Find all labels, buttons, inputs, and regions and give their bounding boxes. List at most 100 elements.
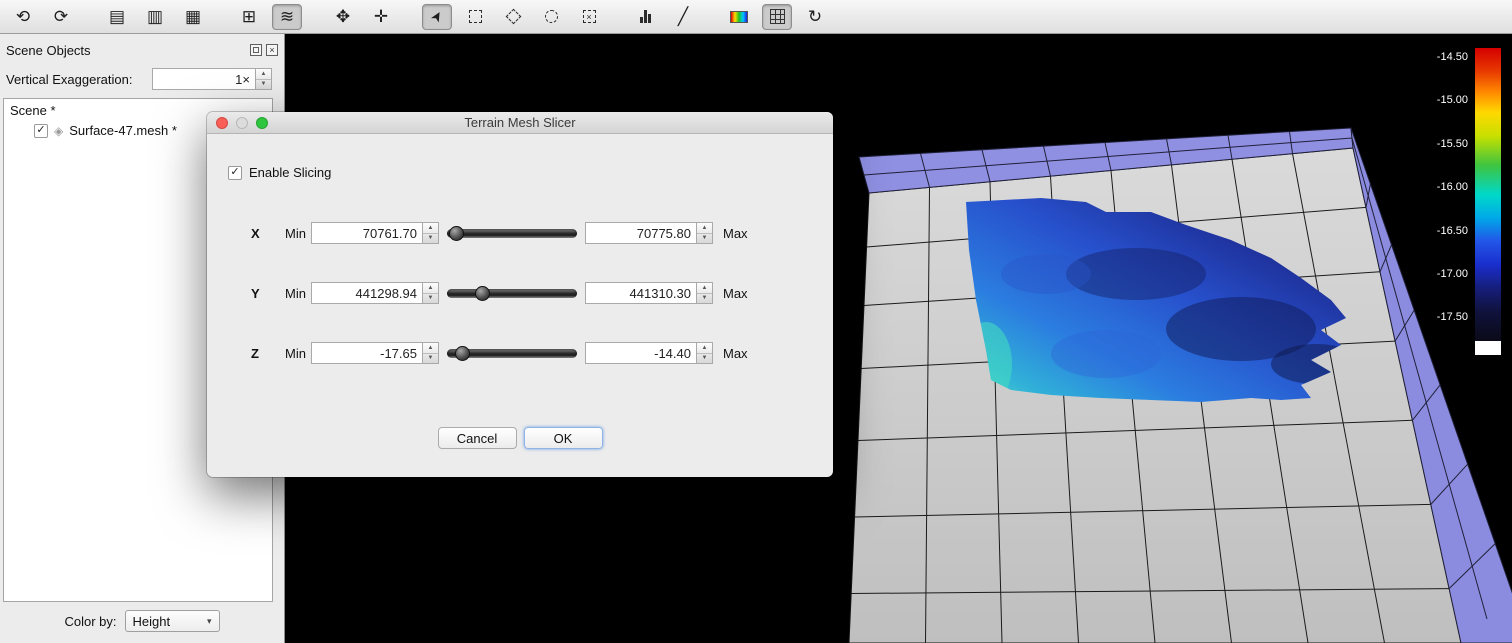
x-max-label: Max [723,226,748,241]
grid-3d-icon [770,9,785,24]
orbit-button[interactable]: ↻ [800,4,830,30]
layers-button[interactable]: ≋ [272,4,302,30]
diamond-select-icon [505,9,521,25]
stepper-down-icon[interactable]: ▼ [697,353,712,364]
axis-y-label: Y [251,286,273,301]
close-window-button[interactable] [216,117,228,129]
surface-visibility-checkbox[interactable]: ✓ [34,124,48,138]
rect-select-button[interactable] [460,4,490,30]
stepper-up-icon[interactable]: ▲ [423,343,438,353]
ok-button[interactable]: OK [524,427,603,449]
close-panel-button[interactable]: × [266,44,278,56]
x-max-input[interactable] [585,222,697,244]
checkmark-icon: ✓ [36,125,45,136]
lasso-select-button[interactable] [536,4,566,30]
checkmark-icon: ✓ [230,167,239,178]
close-panel-icon: × [269,46,274,55]
z-min-stepper[interactable]: ▲▼ [423,342,439,364]
x-min-input[interactable] [311,222,423,244]
reset-scene-button[interactable]: ⟳ [46,4,76,30]
z-max-input[interactable] [585,342,697,364]
color-scale-footer [1475,341,1501,355]
colormap-button[interactable] [724,4,754,30]
clear-selection-button[interactable]: × [574,4,604,30]
color-by-value: Height [133,614,171,629]
save-button[interactable]: ▦ [178,4,208,30]
vertical-exaggeration-stepper[interactable]: ▲ ▼ [256,68,272,90]
y-range-slider[interactable] [447,289,577,298]
mesh-icon: ◈ [54,124,63,138]
grid-table-button[interactable]: ⊞ [234,4,264,30]
minimize-window-button[interactable] [236,117,248,129]
stepper-up-icon[interactable]: ▲ [697,283,712,293]
stepper-up-icon[interactable]: ▲ [256,69,271,79]
transform-mesh-button[interactable]: ✥ [328,4,358,30]
z-max-label: Max [723,346,748,361]
stepper-down-icon[interactable]: ▼ [423,293,438,304]
z-slider-handle[interactable] [455,346,470,361]
stepper-up-icon[interactable]: ▲ [697,343,712,353]
grid-table-icon: ⊞ [242,7,256,27]
stepper-up-icon[interactable]: ▲ [423,223,438,233]
colormap-icon [730,11,748,23]
import-file-button[interactable]: ▤ [102,4,132,30]
export-file-button[interactable]: ▥ [140,4,170,30]
z-range-slider[interactable] [447,349,577,358]
stepper-up-icon[interactable]: ▲ [697,223,712,233]
y-min-label: Min [285,286,311,301]
stepper-down-icon[interactable]: ▼ [697,233,712,244]
toolbar: ⟲ ⟳ ▤ ▥ ▦ ⊞ ≋ ✥ ✛ ➤ × ╱ ↻ [0,0,1512,34]
panel-title: Scene Objects [6,43,246,58]
color-by-row: Color by: Height ▾ [0,607,284,643]
zoom-window-button[interactable] [256,117,268,129]
vertical-exaggeration-input[interactable] [152,68,256,90]
color-by-dropdown[interactable]: Height ▾ [125,610,220,632]
y-max-label: Max [723,286,748,301]
tree-item-label[interactable]: Surface-47.mesh * [69,123,177,138]
axis-z-label: Z [251,346,273,361]
grid-3d-button[interactable] [762,4,792,30]
y-slider-handle[interactable] [475,286,490,301]
refresh-scene-button[interactable]: ⟲ [8,4,38,30]
y-max-stepper[interactable]: ▲▼ [697,282,713,304]
pointer-tool-button[interactable]: ➤ [422,4,452,30]
z-min-label: Min [285,346,311,361]
panel-header: Scene Objects × [0,34,284,60]
layers-icon: ≋ [280,7,294,27]
y-min-stepper[interactable]: ▲▼ [423,282,439,304]
x-min-label: Min [285,226,311,241]
dialog-titlebar[interactable]: Terrain Mesh Slicer [207,112,833,134]
color-scale-tick: -14.50 [1437,51,1468,63]
transform-mesh-icon: ✥ [336,7,350,27]
stepper-down-icon[interactable]: ▼ [256,79,271,90]
enable-slicing-checkbox[interactable]: ✓ [228,166,242,180]
vertical-exaggeration-row: Vertical Exaggeration: ▲ ▼ [0,60,284,98]
color-scale: -14.50 -15.00 -15.50 -16.00 -16.50 -17.0… [1392,34,1512,394]
crop-mesh-button[interactable]: ✛ [366,4,396,30]
color-scale-tick: -16.50 [1437,225,1468,237]
cancel-button[interactable]: Cancel [438,427,517,449]
import-file-icon: ▤ [109,7,125,27]
z-max-stepper[interactable]: ▲▼ [697,342,713,364]
vertical-exaggeration-label: Vertical Exaggeration: [6,72,152,87]
save-icon: ▦ [185,7,201,27]
y-min-input[interactable] [311,282,423,304]
y-max-input[interactable] [585,282,697,304]
stepper-down-icon[interactable]: ▼ [423,233,438,244]
color-by-label: Color by: [64,614,116,629]
histogram-button[interactable] [630,4,660,30]
measure-icon: ╱ [678,7,688,27]
x-min-stepper[interactable]: ▲▼ [423,222,439,244]
axis-row-x: X Min ▲▼ ▲▼ Max [207,222,833,244]
x-range-slider[interactable] [447,229,577,238]
stepper-down-icon[interactable]: ▼ [697,293,712,304]
orbit-icon: ↻ [808,7,822,27]
x-max-stepper[interactable]: ▲▼ [697,222,713,244]
measure-button[interactable]: ╱ [668,4,698,30]
z-min-input[interactable] [311,342,423,364]
stepper-up-icon[interactable]: ▲ [423,283,438,293]
float-panel-button[interactable] [250,44,262,56]
stepper-down-icon[interactable]: ▼ [423,353,438,364]
diamond-select-button[interactable] [498,4,528,30]
x-slider-handle[interactable] [449,226,464,241]
